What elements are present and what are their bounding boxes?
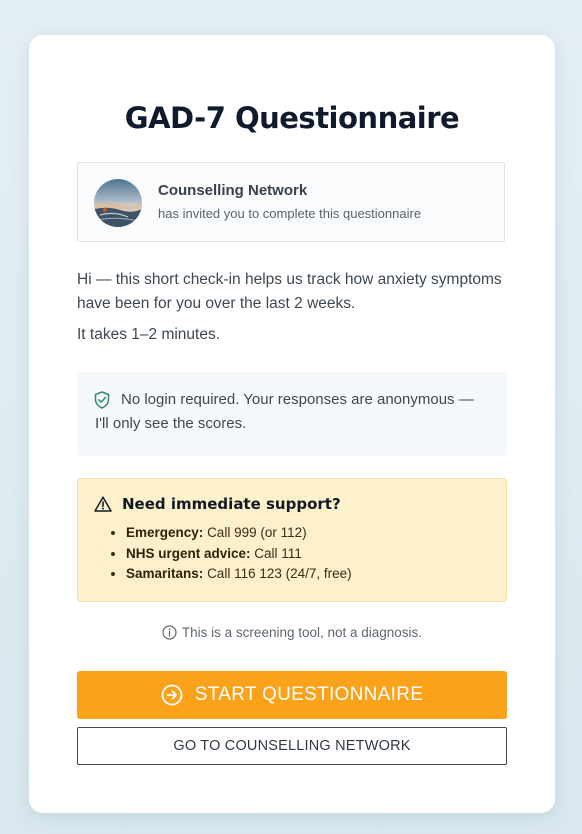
support-list: Emergency: Call 999 (or 112) NHS urgent … — [108, 523, 352, 585]
disclaimer-text: This is a screening tool, not a diagnosi… — [181, 625, 423, 640]
inviter-subtitle: has invited you to complete this questio… — [158, 206, 422, 221]
support-item-label: Emergency: — [126, 525, 204, 540]
support-item-label: NHS urgent advice: — [126, 545, 251, 561]
support-item-value: Call 111 — [254, 545, 302, 561]
support-item-samaritans: Samaritans: Call 116 123 (24/7, free) — [126, 564, 352, 585]
start-questionnaire-button[interactable]: START QUESTIONNAIRE — [77, 671, 507, 719]
shield-check-icon — [94, 391, 110, 414]
avatar — [94, 179, 142, 227]
privacy-notice: No login required. Your responses are an… — [77, 372, 507, 456]
questionnaire-card: GAD-7 Questionnaire Counselling Network … — [29, 35, 555, 813]
intro-text: Hi — this short check-in helps us track … — [77, 271, 502, 312]
network-button-label: GO TO COUNSELLING NETWORK — [173, 738, 411, 754]
duration-text: It takes 1–2 minutes. — [77, 326, 221, 343]
warning-icon — [94, 496, 112, 517]
landscape-avatar-icon — [94, 179, 142, 227]
arrow-circle-right-icon — [161, 684, 183, 706]
support-item-value: Call 999 (or 112) — [207, 525, 307, 540]
page-title: GAD-7 Questionnaire — [124, 101, 460, 135]
support-title: Need immediate support? — [122, 495, 341, 513]
disclaimer: This is a screening tool, not a diagnosi… — [29, 625, 555, 643]
go-to-network-button[interactable]: GO TO COUNSELLING NETWORK — [77, 727, 507, 765]
support-item-nhs: NHS urgent advice: Call 111 — [126, 544, 352, 565]
info-icon — [162, 625, 177, 643]
support-item-label: Samaritans: — [126, 566, 204, 581]
support-item-value: Call 116 123 (24/7, free) — [207, 566, 352, 581]
support-alert: Need immediate support? Emergency: Call … — [77, 478, 507, 602]
privacy-text: No login required. Your responses are an… — [95, 391, 474, 432]
inviter-panel: Counselling Network has invited you to c… — [77, 162, 505, 242]
support-item-emergency: Emergency: Call 999 (or 112) — [126, 523, 352, 544]
inviter-name: Counselling Network — [158, 182, 308, 199]
start-button-label: START QUESTIONNAIRE — [194, 684, 424, 705]
